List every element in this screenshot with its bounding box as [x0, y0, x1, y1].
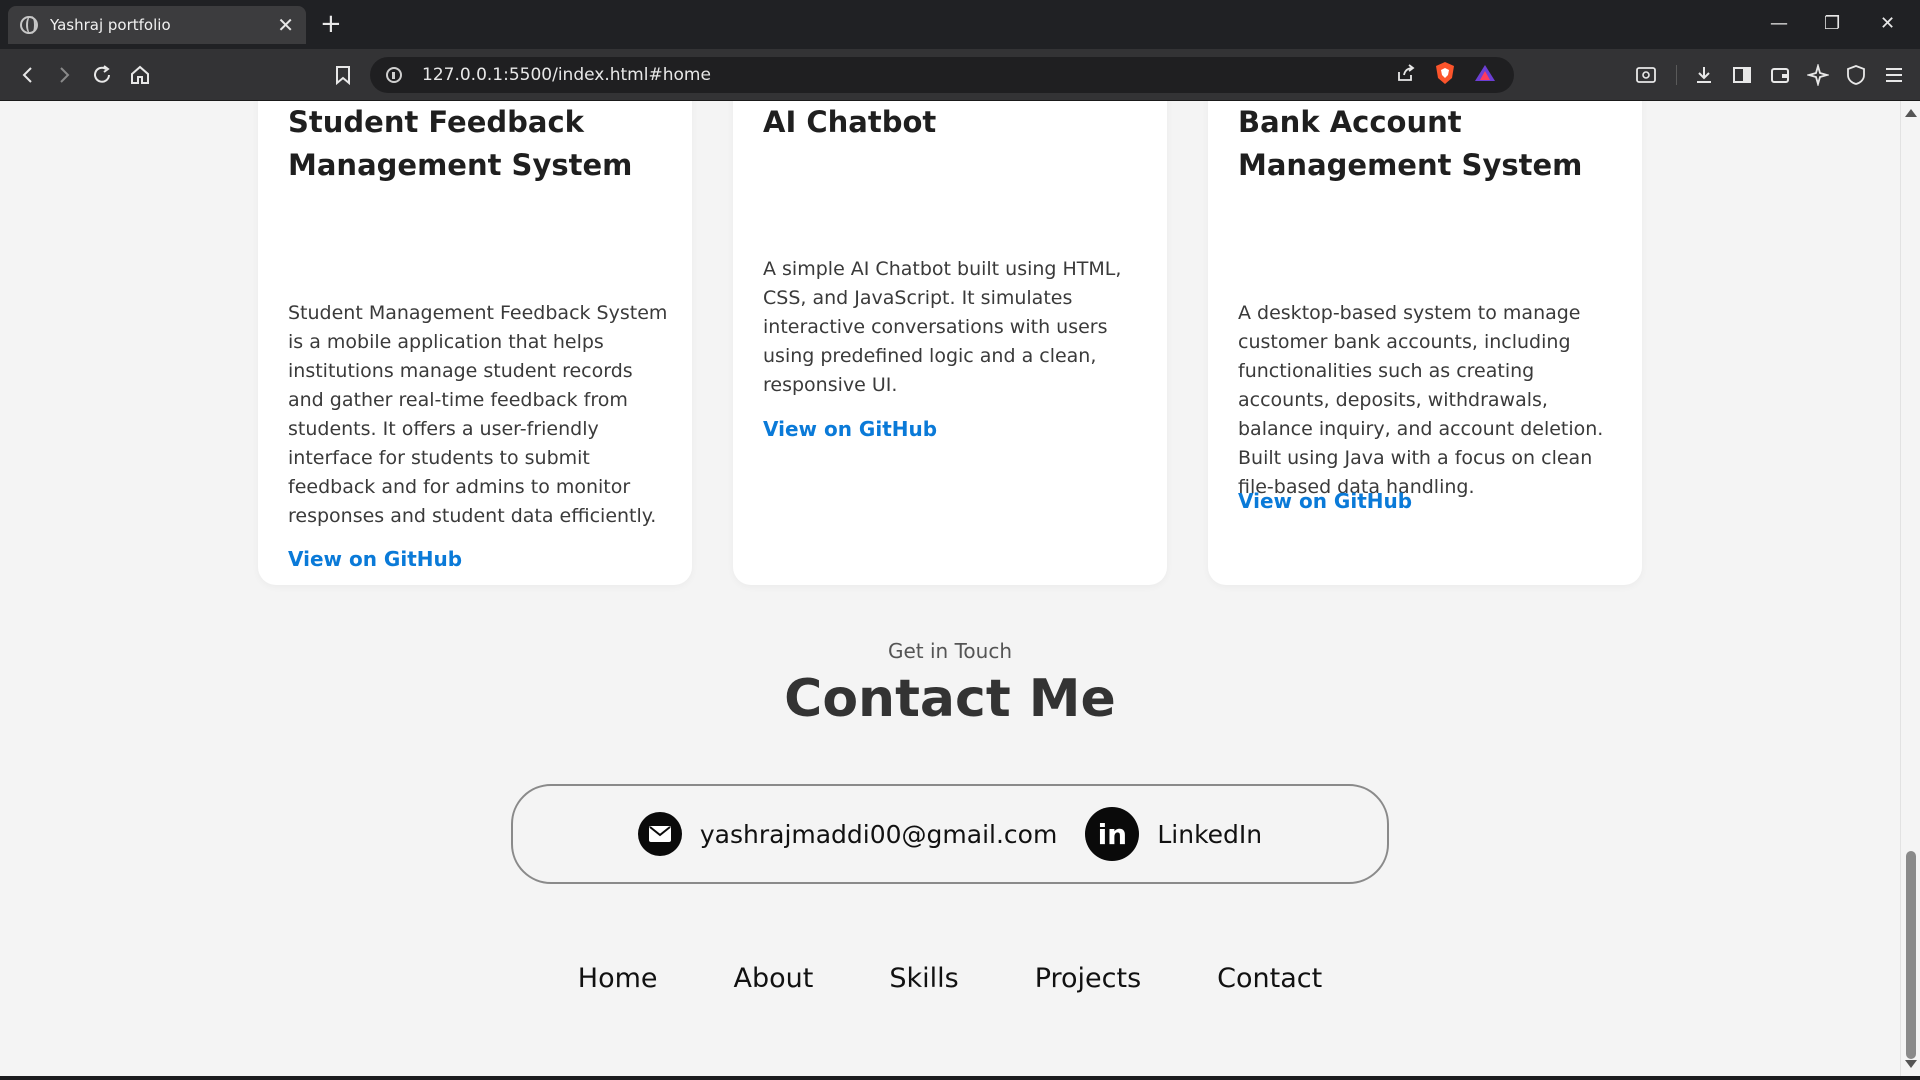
- leo-ai-icon[interactable]: [1802, 59, 1834, 91]
- contact-subtitle: Get in Touch: [888, 639, 1012, 663]
- mail-icon: [637, 812, 682, 856]
- contact-title: Contact Me: [784, 669, 1116, 729]
- project-title: Bank Account Management System: [1238, 105, 1583, 182]
- share-icon[interactable]: [1396, 63, 1416, 87]
- globe-icon: [20, 16, 38, 34]
- footer-link-contact[interactable]: Contact: [1217, 963, 1322, 994]
- bookmark-icon[interactable]: [327, 59, 359, 91]
- scroll-down-arrow-icon[interactable]: [1905, 1060, 1917, 1068]
- footer-link-home[interactable]: Home: [578, 963, 658, 994]
- project-card: AI Chatbot A simple AI Chatbot built usi…: [733, 101, 1167, 585]
- footer-link-skills[interactable]: Skills: [889, 963, 958, 994]
- email-contact[interactable]: yashrajmaddi00@gmail.com: [637, 812, 1057, 856]
- project-description: A simple AI Chatbot built using HTML, CS…: [763, 258, 1122, 396]
- back-arrow-icon[interactable]: [12, 59, 44, 91]
- restore-button[interactable]: ❐: [1824, 10, 1840, 38]
- linkedin-text[interactable]: LinkedIn: [1157, 820, 1262, 849]
- reload-icon[interactable]: [86, 59, 118, 91]
- download-icon[interactable]: [1688, 59, 1720, 91]
- footer-nav: Home About Skills Projects Contact: [0, 963, 1900, 994]
- minimize-button[interactable]: —: [1770, 10, 1788, 38]
- tab-close-button[interactable]: ✕: [277, 15, 294, 35]
- browser-tab[interactable]: Yashraj portfolio ✕: [8, 6, 306, 44]
- scroll-up-arrow-icon[interactable]: [1905, 109, 1917, 117]
- project-description: A desktop-based system to manage custome…: [1238, 302, 1604, 498]
- url-text[interactable]: 127.0.0.1:5500/index.html#home: [422, 65, 1396, 85]
- project-card: Bank Account Management System A desktop…: [1208, 101, 1642, 585]
- sidebar-icon[interactable]: [1726, 59, 1758, 91]
- toolbar-separator: [1676, 65, 1677, 85]
- contact-box: yashrajmaddi00@gmail.com in LinkedIn: [511, 784, 1389, 884]
- scroll-thumb[interactable]: [1906, 851, 1916, 1059]
- github-link[interactable]: View on GitHub: [763, 417, 937, 441]
- footer-link-projects[interactable]: Projects: [1035, 963, 1141, 994]
- site-info-icon[interactable]: [386, 67, 402, 83]
- vpn-shield-icon[interactable]: [1840, 59, 1872, 91]
- page-viewport: Student Feedback Management System Stude…: [0, 101, 1900, 1076]
- footer-link-about[interactable]: About: [734, 963, 814, 994]
- github-link[interactable]: View on GitHub: [288, 547, 462, 571]
- address-bar[interactable]: 127.0.0.1:5500/index.html#home: [370, 57, 1514, 93]
- home-icon[interactable]: [124, 59, 156, 91]
- project-title: Student Feedback Management System: [288, 105, 633, 182]
- project-card: Student Feedback Management System Stude…: [258, 101, 692, 585]
- page-scrollbar[interactable]: [1900, 101, 1920, 1076]
- email-text[interactable]: yashrajmaddi00@gmail.com: [700, 820, 1057, 849]
- forward-arrow-icon[interactable]: [48, 59, 80, 91]
- brave-shield-icon[interactable]: [1434, 61, 1456, 89]
- reader-mode-icon[interactable]: [1630, 59, 1662, 91]
- browser-toolbar: 127.0.0.1:5500/index.html#home: [0, 49, 1920, 101]
- tab-title: Yashraj portfolio: [50, 16, 171, 34]
- linkedin-icon: in: [1085, 807, 1140, 861]
- browser-tab-bar: Yashraj portfolio ✕ + — ❐ ✕: [0, 0, 1920, 49]
- wallet-icon[interactable]: [1764, 59, 1796, 91]
- project-description: Student Management Feedback System is a …: [288, 302, 668, 527]
- menu-icon[interactable]: [1878, 59, 1910, 91]
- project-title: AI Chatbot: [763, 105, 937, 139]
- new-tab-button[interactable]: +: [320, 9, 342, 39]
- close-window-button[interactable]: ✕: [1880, 10, 1895, 38]
- linkedin-contact[interactable]: in LinkedIn: [1085, 807, 1262, 861]
- github-link[interactable]: View on GitHub: [1238, 489, 1412, 513]
- brave-rewards-icon[interactable]: [1474, 63, 1496, 87]
